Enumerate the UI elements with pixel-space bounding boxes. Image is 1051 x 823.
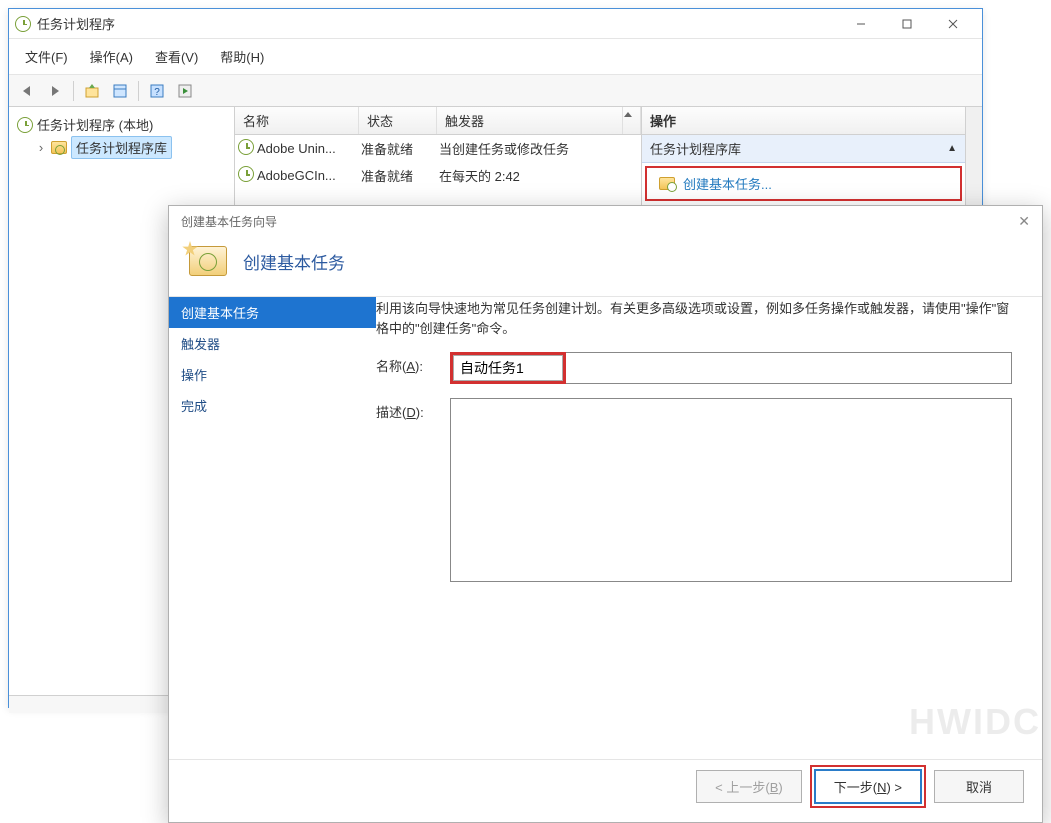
- name-input[interactable]: [453, 355, 563, 381]
- create-basic-task-action[interactable]: 创建基本任务...: [649, 168, 958, 199]
- maximize-button[interactable]: [884, 9, 930, 39]
- next-button[interactable]: 下一步(N) >: [814, 769, 922, 804]
- wizard-title: 创建基本任务向导: [181, 213, 277, 230]
- step-basic[interactable]: 创建基本任务: [169, 297, 376, 328]
- clock-icon: [15, 16, 31, 32]
- wizard-steps: 创建基本任务 触发器 操作 完成: [169, 297, 376, 759]
- clock-icon: [17, 117, 33, 133]
- toolbar: ?: [9, 75, 982, 107]
- description-label: 描述(D):: [376, 398, 440, 421]
- window-title: 任务计划程序: [37, 14, 115, 33]
- create-basic-task-label: 创建基本任务...: [683, 174, 772, 193]
- tree-root-label: 任务计划程序 (本地): [37, 115, 153, 134]
- tree-library[interactable]: › 任务计划程序库: [15, 136, 228, 159]
- wizard-content: 利用该向导快速地为常见任务创建计划。有关更多高级选项或设置，例如多任务操作或触发…: [376, 297, 1042, 759]
- wizard-titlebar: 创建基本任务向导 ✕: [169, 206, 1042, 236]
- task-row[interactable]: AdobeGCIn... 准备就绪 在每天的 2:42: [235, 162, 641, 189]
- expander-icon[interactable]: ›: [35, 140, 47, 155]
- up-level-button[interactable]: [80, 79, 104, 103]
- description-row: 描述(D):: [376, 398, 1012, 585]
- wizard-close-button[interactable]: ✕: [1018, 213, 1030, 230]
- help-button[interactable]: ?: [145, 79, 169, 103]
- task-trigger: 在每天的 2:42: [439, 166, 641, 185]
- nav-back-button[interactable]: [15, 79, 39, 103]
- nav-forward-button[interactable]: [43, 79, 67, 103]
- wizard-body: 创建基本任务 触发器 操作 完成 利用该向导快速地为常见任务创建计划。有关更多高…: [169, 297, 1042, 759]
- menu-action[interactable]: 操作(A): [80, 43, 143, 70]
- back-button: < 上一步(B): [696, 770, 802, 803]
- task-name: AdobeGCIn...: [257, 168, 361, 183]
- properties-button[interactable]: [108, 79, 132, 103]
- clock-icon: [238, 166, 254, 182]
- minimize-button[interactable]: [838, 9, 884, 39]
- menubar: 文件(F) 操作(A) 查看(V) 帮助(H): [9, 39, 982, 75]
- step-trigger[interactable]: 触发器: [169, 328, 376, 359]
- col-name[interactable]: 名称: [235, 107, 359, 134]
- wizard-description: 利用该向导快速地为常见任务创建计划。有关更多高级选项或设置，例如多任务操作或触发…: [376, 299, 1012, 338]
- tree-library-label: 任务计划程序库: [71, 136, 172, 159]
- actions-header: 操作: [642, 107, 965, 135]
- menu-view[interactable]: 查看(V): [145, 43, 208, 70]
- wizard-footer: < 上一步(B) 下一步(N) > 取消: [169, 759, 1042, 813]
- wizard-heading: 创建基本任务: [243, 249, 345, 274]
- task-trigger: 当创建任务或修改任务: [439, 139, 641, 158]
- wizard-icon: [189, 246, 227, 276]
- window-controls: [838, 9, 976, 39]
- wizard-header: 创建基本任务: [169, 236, 1042, 297]
- create-basic-task-wizard: 创建基本任务向导 ✕ 创建基本任务 创建基本任务 触发器 操作 完成 利用该向导…: [168, 205, 1043, 823]
- col-status[interactable]: 状态: [359, 107, 437, 134]
- step-action[interactable]: 操作: [169, 359, 376, 390]
- step-finish[interactable]: 完成: [169, 390, 376, 421]
- actions-section[interactable]: 任务计划程序库 ▲: [642, 135, 965, 163]
- run-button[interactable]: [173, 79, 197, 103]
- task-status: 准备就绪: [361, 166, 439, 185]
- col-scroll: [623, 107, 641, 134]
- titlebar: 任务计划程序: [9, 9, 982, 39]
- folder-icon: [51, 141, 67, 154]
- task-row[interactable]: Adobe Unin... 准备就绪 当创建任务或修改任务: [235, 135, 641, 162]
- clock-icon: [238, 139, 254, 155]
- create-task-icon: [659, 177, 675, 190]
- close-button[interactable]: [930, 9, 976, 39]
- name-label: 名称(A):: [376, 352, 440, 375]
- task-name: Adobe Unin...: [257, 141, 361, 156]
- menu-help[interactable]: 帮助(H): [210, 43, 274, 70]
- description-input[interactable]: [450, 398, 1012, 582]
- collapse-icon: ▲: [947, 143, 957, 154]
- cancel-button[interactable]: 取消: [934, 770, 1024, 803]
- task-status: 准备就绪: [361, 139, 439, 158]
- name-row: 名称(A):: [376, 352, 1012, 384]
- actions-section-label: 任务计划程序库: [650, 139, 741, 158]
- toolbar-separator: [138, 81, 139, 101]
- svg-text:?: ?: [154, 87, 160, 98]
- name-input-ext[interactable]: [566, 352, 1012, 384]
- list-header: 名称 状态 触发器: [235, 107, 641, 135]
- col-trigger[interactable]: 触发器: [437, 107, 623, 134]
- toolbar-separator: [73, 81, 74, 101]
- menu-file[interactable]: 文件(F): [15, 43, 78, 70]
- tree-root[interactable]: 任务计划程序 (本地): [15, 113, 228, 136]
